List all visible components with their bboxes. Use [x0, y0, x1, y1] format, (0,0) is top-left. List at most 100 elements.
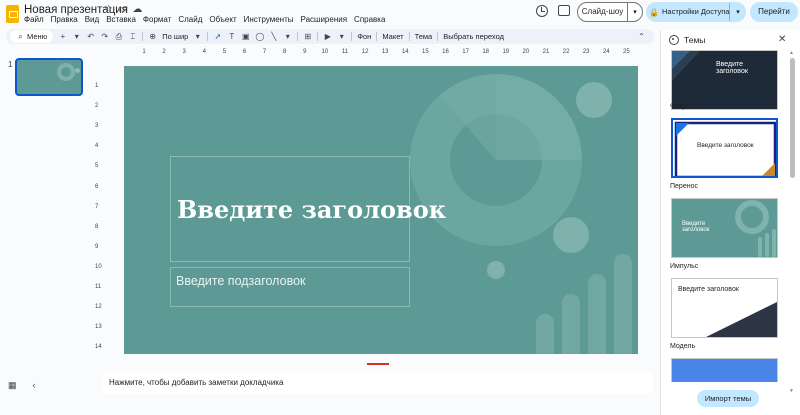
slide-title[interactable]: Введите заголовок: [177, 195, 446, 224]
share-button[interactable]: 🔒 Настройки Доступа ▾: [646, 2, 746, 22]
chevron-down-icon[interactable]: ▾: [337, 32, 346, 41]
shape-icon[interactable]: ◯: [255, 32, 264, 41]
ruler-tick-label: 20: [522, 49, 530, 55]
ruler-tick-label: 9: [95, 243, 99, 250]
chevron-down-icon[interactable]: ▾: [730, 8, 746, 16]
slide-canvas[interactable]: Введите заголовок Введите подзаголовок: [124, 66, 638, 354]
theme-button[interactable]: Тема: [415, 32, 433, 41]
redo-icon[interactable]: ↷: [100, 32, 109, 41]
menu-tools[interactable]: Инструменты: [244, 15, 294, 24]
text-box-icon[interactable]: T: [227, 32, 236, 41]
new-slide-icon[interactable]: +: [58, 32, 67, 41]
theme-name: Модель: [670, 343, 696, 350]
zoom-icon[interactable]: ⊕: [148, 32, 157, 41]
ruler-tick-label: 5: [95, 163, 99, 170]
transition-button[interactable]: Выбрать переход: [443, 32, 504, 41]
vertical-ruler: 1 2 3 4 5 6 7 8 9 10 11 12 13 14: [94, 66, 104, 354]
collapse-filmstrip-icon[interactable]: ‹: [33, 380, 36, 391]
toolbar-divider: [317, 32, 319, 41]
join-button[interactable]: Перейти: [750, 2, 798, 22]
slide-subtitle[interactable]: Введите подзаголовок: [176, 274, 306, 288]
scroll-up-icon[interactable]: ▲: [789, 50, 794, 56]
undo-icon[interactable]: ↶: [86, 32, 95, 41]
title-placeholder[interactable]: Введите заголовок: [170, 156, 446, 262]
themes-scrollbar[interactable]: ▲ ▼: [788, 50, 796, 395]
toolbar-divider: [297, 32, 299, 41]
image-icon[interactable]: ▣: [241, 32, 250, 41]
cloud-status-icon[interactable]: ☁: [132, 4, 142, 15]
slide-thumbnail[interactable]: [15, 58, 83, 96]
horizontal-ruler: 1 2 3 4 5 6 7 8 9 10 11 12 13 14 15 16 17 18 19 20 21 22 23 24 2…: [124, 48, 638, 58]
ruler-tick-label: 1: [142, 49, 146, 55]
fill-color-icon[interactable]: ▶: [323, 32, 332, 41]
scroll-thumb[interactable]: [790, 58, 795, 178]
chevron-down-icon[interactable]: ▾: [193, 32, 202, 41]
paint-format-icon[interactable]: ⌶: [128, 32, 137, 41]
scroll-down-icon[interactable]: ▼: [789, 388, 794, 394]
select-cursor-icon[interactable]: ➚: [213, 32, 222, 41]
star-icon[interactable]: ☆: [104, 4, 113, 15]
toolbar-divider: [376, 32, 378, 41]
theme-preview-title: Введите заголовок: [716, 61, 748, 75]
theme-card-model[interactable]: Введите заголовок: [671, 278, 778, 338]
ruler-tick-label: 16: [442, 49, 449, 55]
zoom-select[interactable]: По шир: [162, 32, 188, 41]
menu-format[interactable]: Формат: [143, 15, 171, 24]
toolbar-divider: [437, 32, 439, 41]
menu-view[interactable]: Вид: [85, 15, 99, 24]
title-icons: ☆ ▭ ☁: [104, 4, 142, 15]
ruler-tick-label: 10: [95, 263, 102, 270]
theme-card-impulse[interactable]: Введите заголовок: [671, 198, 778, 258]
subtitle-placeholder[interactable]: Введите подзаголовок: [170, 267, 410, 307]
menu-edit[interactable]: Правка: [51, 15, 78, 24]
menu-file[interactable]: Файл: [24, 15, 44, 24]
theme-card-focus[interactable]: Введите заголовок: [671, 50, 778, 110]
share-label[interactable]: Настройки Доступа: [662, 3, 730, 21]
move-folder-icon[interactable]: ▭: [118, 4, 127, 15]
grid-view-icon[interactable]: ▦: [8, 380, 17, 391]
theme-card-next[interactable]: [671, 358, 778, 382]
chevron-down-icon[interactable]: ▾: [628, 8, 642, 16]
notes-resize-handle[interactable]: [367, 363, 389, 365]
speaker-notes[interactable]: Нажмите, чтобы добавить заметки докладчи…: [102, 372, 653, 394]
search-icon: ⌕: [18, 31, 23, 41]
thumbnail-decoration: [57, 63, 75, 81]
chevron-down-icon[interactable]: ▾: [283, 32, 292, 41]
import-theme-button[interactable]: Импорт темы: [697, 390, 759, 407]
print-icon[interactable]: ⎙: [114, 32, 123, 41]
line-icon[interactable]: ╲: [269, 32, 278, 41]
slides-app: Новая презентация ☆ ▭ ☁ Файл Правка Вид …: [0, 0, 800, 415]
chevron-down-icon[interactable]: ▾: [72, 32, 81, 41]
menu-insert[interactable]: Вставка: [106, 15, 136, 24]
close-icon[interactable]: ✕: [778, 34, 786, 45]
toolbar-divider: [142, 32, 144, 41]
ruler-tick-label: 17: [462, 49, 469, 55]
ruler-tick-label: 13: [381, 49, 389, 55]
slideshow-label[interactable]: Слайд-шоу: [578, 3, 628, 21]
filmstrip-controls: ▦ ‹: [8, 380, 36, 391]
themes-title: Темы: [684, 35, 706, 45]
add-comment-icon[interactable]: ⊞: [303, 32, 312, 41]
comments-icon[interactable]: [558, 5, 570, 16]
filmstrip: 1: [0, 52, 92, 374]
menu-slide[interactable]: Слайд: [178, 15, 202, 24]
layout-button[interactable]: Макет: [382, 32, 403, 41]
version-history-icon[interactable]: [536, 5, 548, 17]
ruler-tick-label: 25: [623, 49, 630, 55]
ruler-tick-label: 7: [95, 203, 99, 210]
ruler-tick-label: 6: [242, 49, 247, 55]
search-menus[interactable]: ⌕ Меню: [10, 30, 54, 43]
ruler-tick-label: 19: [502, 49, 510, 55]
ruler-tick-label: 22: [562, 49, 570, 55]
menu-extensions[interactable]: Расширения: [301, 15, 348, 24]
menu-arrange[interactable]: Объект: [209, 15, 236, 24]
theme-name: Фокус: [670, 103, 690, 110]
slideshow-button[interactable]: Слайд-шоу ▾: [577, 2, 643, 22]
chevron-up-icon[interactable]: ⌃: [637, 32, 646, 41]
thumbnail-decoration: [75, 68, 80, 73]
background-button[interactable]: Фон: [357, 32, 371, 41]
theme-card-transfer[interactable]: Введите заголовок: [671, 118, 778, 178]
slide-number: 1: [8, 60, 13, 69]
menu-help[interactable]: Справка: [354, 15, 385, 24]
slides-logo-icon[interactable]: [6, 5, 19, 23]
